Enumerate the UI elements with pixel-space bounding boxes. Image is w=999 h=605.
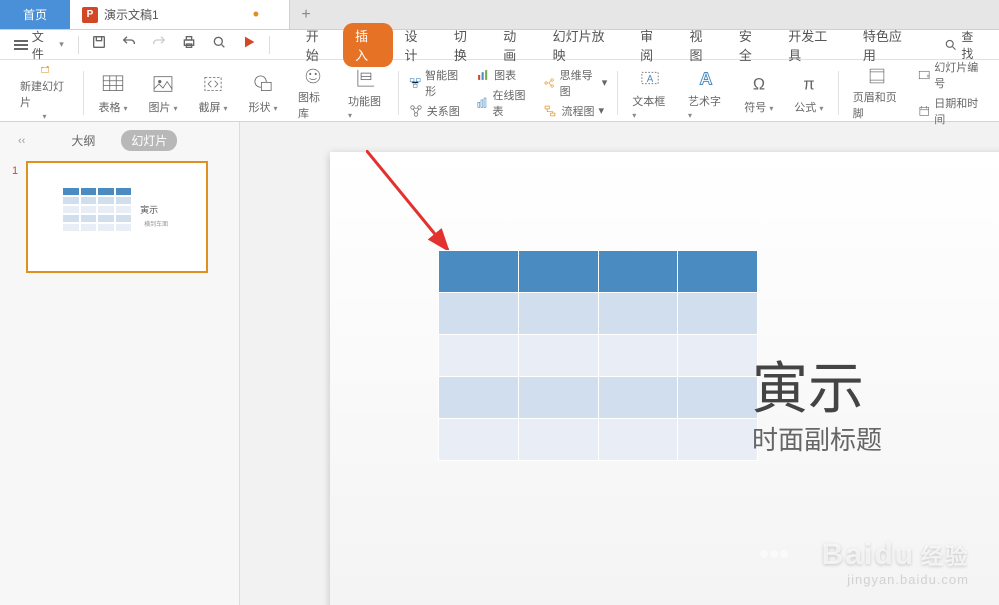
search-button[interactable]: 查找 [938, 28, 991, 62]
unsaved-indicator: • [253, 4, 259, 25]
slide-canvas[interactable]: 寅示 时面副标题 [330, 152, 999, 605]
slide-subtitle[interactable]: 时面副标题 [752, 420, 882, 457]
ribbon-mindmap[interactable]: 思维导图 ▾ [543, 67, 607, 99]
image-icon [150, 71, 176, 97]
mindmap-icon [543, 76, 555, 90]
thumbnail-pane: ‹‹ 大纲 幻灯片 1 寅示 横到车面 [0, 122, 240, 605]
watermark-paw-icon [759, 545, 789, 563]
slide-number: 1 [12, 161, 18, 177]
funcchart-icon [353, 65, 379, 91]
inserted-table[interactable] [438, 250, 758, 461]
ribbon-table[interactable]: 表格 ▾ [88, 65, 138, 121]
mini-table [62, 187, 132, 232]
datetime-icon [918, 104, 930, 118]
ribbon-chart[interactable]: 图表 [476, 67, 531, 83]
search-label: 查找 [961, 28, 985, 62]
tab-document-label: 演示文稿1 [104, 6, 159, 23]
chevron-down-icon: ▾ [59, 39, 64, 50]
ribbon-slidenum[interactable]: #幻灯片编号 [918, 59, 983, 91]
ribbon-symbol[interactable]: Ω 符号 ▾ [734, 65, 784, 121]
symbol-icon: Ω [746, 71, 772, 97]
menu-design[interactable]: 设计 [393, 22, 442, 68]
menu-transition[interactable]: 切换 [442, 22, 491, 68]
file-menu-label: 文件 [32, 28, 56, 62]
ribbon-image[interactable]: 图片 ▾ [138, 65, 188, 121]
file-menu[interactable]: 文件 ▾ [8, 28, 70, 62]
tab-home[interactable]: 首页 [0, 0, 70, 29]
search-icon [944, 38, 958, 52]
hamburger-icon [14, 40, 28, 50]
menu-insert[interactable]: 插入 [343, 23, 392, 67]
undo-icon[interactable] [121, 34, 137, 55]
formula-icon: π [796, 71, 822, 97]
save-icon[interactable] [91, 34, 107, 55]
ribbon-headerfooter[interactable]: 页眉和页脚 [843, 65, 912, 121]
collapse-pane-icon[interactable]: ‹‹ [18, 135, 25, 147]
relation-icon [409, 104, 423, 118]
ribbon-formula[interactable]: π 公式 ▾ [784, 65, 834, 121]
table-icon [100, 71, 126, 97]
ribbon-textbox[interactable]: A 文本框 ▾ [622, 65, 678, 121]
mini-subtitle: 横到车面 [144, 219, 168, 228]
ribbon-relation[interactable]: 关系图 [409, 103, 464, 119]
ribbon-flowchart[interactable]: 流程图 ▾ [543, 103, 607, 119]
iconlib-icon [300, 65, 326, 87]
preview-icon[interactable] [211, 34, 227, 55]
ribbon-screenshot[interactable]: 截屏 ▾ [188, 65, 238, 121]
menu-special[interactable]: 特色应用 [851, 22, 926, 68]
svg-text:A: A [647, 74, 654, 85]
main-menu: 开始 插入 设计 切换 动画 幻灯片放映 审阅 视图 安全 开发工具 特色应用 [294, 22, 926, 68]
menu-animation[interactable]: 动画 [491, 22, 540, 68]
menu-security[interactable]: 安全 [727, 22, 776, 68]
ribbon-iconlib[interactable]: 图标库 [288, 65, 338, 121]
screenshot-icon [200, 71, 226, 97]
ribbon-funcchart[interactable]: 功能图 ▾ [338, 65, 394, 121]
svg-text:A: A [699, 68, 712, 88]
chart-icon [476, 68, 490, 82]
menu-slideshow[interactable]: 幻灯片放映 [541, 22, 628, 68]
tab-slides[interactable]: 幻灯片 [121, 130, 177, 151]
svg-text:+: + [47, 66, 48, 68]
slide-thumbnail-1[interactable]: 寅示 横到车面 [26, 161, 208, 273]
slide-title[interactable]: 寅示 [752, 344, 864, 425]
svg-text:π: π [803, 75, 814, 93]
textbox-icon: A [637, 65, 663, 91]
slidenum-icon: # [918, 68, 930, 82]
menu-devtools[interactable]: 开发工具 [776, 22, 851, 68]
play-icon[interactable] [241, 34, 257, 55]
wordart-icon: A [693, 65, 719, 91]
menu-view[interactable]: 视图 [677, 22, 726, 68]
ribbon-new-slide[interactable]: + 新建幻灯片▾ [10, 65, 79, 121]
ribbon-shape[interactable]: 形状 ▾ [238, 65, 288, 121]
flowchart-icon [543, 104, 557, 118]
slide-canvas-area[interactable]: 寅示 时面副标题 Baidu经验 jingyan.baidu.com [240, 122, 999, 605]
redo-icon[interactable] [151, 34, 167, 55]
mini-title: 寅示 [140, 203, 158, 216]
svg-text:Ω: Ω [753, 75, 765, 93]
ribbon-smartart[interactable]: 智能图形 [409, 67, 464, 99]
ribbon-wordart[interactable]: A 艺术字 ▾ [678, 65, 734, 121]
onlinechart-icon [476, 96, 488, 110]
presentation-icon: P [82, 7, 98, 23]
menu-start[interactable]: 开始 [294, 22, 343, 68]
annotation-arrow [366, 150, 486, 260]
print-icon[interactable] [181, 34, 197, 55]
shape-icon [250, 71, 276, 97]
headerfooter-icon [864, 65, 890, 87]
new-slide-icon: + [32, 65, 58, 76]
ribbon-onlinechart[interactable]: 在线图表 [476, 87, 531, 119]
tab-document[interactable]: P 演示文稿1 • [70, 0, 290, 29]
menu-review[interactable]: 审阅 [628, 22, 677, 68]
smartart-icon [409, 76, 421, 90]
tab-outline[interactable]: 大纲 [61, 130, 105, 151]
